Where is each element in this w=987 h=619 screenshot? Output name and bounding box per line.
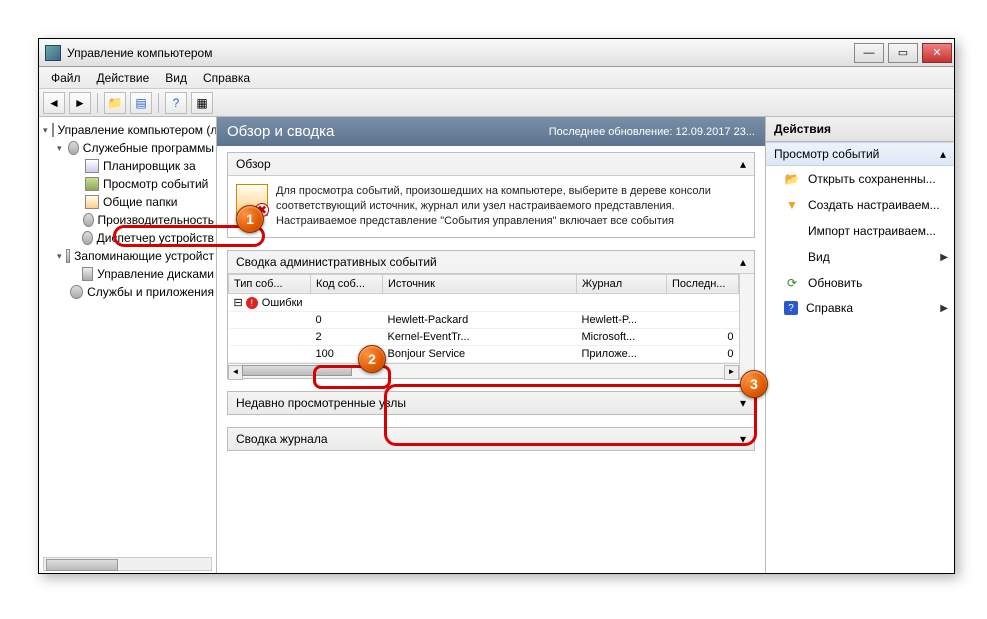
collapse-icon[interactable]: ▴ — [740, 157, 746, 171]
row-errors-group[interactable]: ⊟ !Ошибки — [229, 293, 739, 311]
error-icon: ! — [246, 297, 258, 309]
menubar: Файл Действие Вид Справка — [39, 67, 954, 89]
tree-disk-management[interactable]: Управление дисками — [71, 265, 214, 283]
chevron-right-icon: ▶ — [940, 252, 948, 263]
col-code[interactable]: Код соб... — [311, 274, 383, 293]
tree-root[interactable]: Управление компьютером (л — [43, 121, 214, 139]
marker-1: 1 — [236, 205, 264, 233]
events-table[interactable]: Тип соб... Код соб... Источник Журнал По… — [228, 274, 739, 363]
action-create-custom[interactable]: ▼Создать настраиваем... — [766, 192, 954, 218]
chevron-up-icon[interactable]: ▴ — [940, 147, 946, 161]
col-last[interactable]: Последн... — [667, 274, 739, 293]
import-icon — [784, 223, 800, 239]
collapse-icon[interactable]: ▴ — [740, 255, 746, 269]
app-icon — [45, 45, 61, 61]
section-overview-header[interactable]: Обзор ▴ — [228, 153, 754, 175]
tree-h-scrollbar[interactable] — [43, 557, 212, 571]
tree-event-viewer[interactable]: Просмотр событий — [71, 175, 214, 193]
actions-pane: Действия Просмотр событий ▴ 📂Открыть сох… — [766, 117, 954, 573]
back-icon[interactable]: ◄ — [43, 92, 65, 114]
center-pane: Обзор и сводка Последнее обновление: 12.… — [217, 117, 766, 573]
titlebar[interactable]: Управление компьютером — ▭ ✕ — [39, 39, 954, 67]
refresh-icon: ⟳ — [784, 275, 800, 291]
console-tree[interactable]: Управление компьютером (л Служебные прог… — [39, 117, 217, 573]
menu-file[interactable]: Файл — [43, 69, 89, 87]
tree-root-label: Управление компьютером (л — [58, 121, 217, 139]
col-type[interactable]: Тип соб... — [229, 274, 311, 293]
toolbar: ◄ ► 📁 ▤ ? ▦ — [39, 89, 954, 117]
action-import-custom[interactable]: Импорт настраиваем... — [766, 218, 954, 244]
callout-3 — [384, 384, 757, 446]
actions-header: Действия — [766, 117, 954, 142]
action-help[interactable]: ?Справка▶ — [766, 296, 954, 320]
menu-action[interactable]: Действие — [89, 69, 158, 87]
section-overview: Обзор ▴ Для просмотра событий, произошед… — [227, 152, 755, 238]
col-log[interactable]: Журнал — [577, 274, 667, 293]
tree-shared-folders[interactable]: Общие папки — [71, 193, 214, 211]
last-updated: Последнее обновление: 12.09.2017 23... — [549, 126, 755, 138]
maximize-button[interactable]: ▭ — [888, 43, 918, 63]
tree-system-tools[interactable]: Служебные программы — [57, 139, 214, 157]
action-refresh[interactable]: ⟳Обновить — [766, 270, 954, 296]
funnel-icon: ▼ — [784, 197, 800, 213]
actions-subheader[interactable]: Просмотр событий ▴ — [766, 142, 954, 166]
table-row[interactable]: 0Hewlett-PackardHewlett-P... — [229, 311, 739, 328]
menu-help[interactable]: Справка — [195, 69, 258, 87]
folder-icon: 📂 — [784, 171, 800, 187]
center-header: Обзор и сводка Последнее обновление: 12.… — [217, 117, 765, 146]
marker-3: 3 — [740, 370, 768, 398]
section-admin-summary-header[interactable]: Сводка административных событий ▴ — [228, 251, 754, 273]
minimize-button[interactable]: — — [854, 43, 884, 63]
table-row[interactable]: 100Bonjour ServiceПриложе...0 — [229, 345, 739, 362]
tree-storage[interactable]: Запоминающие устройст — [57, 247, 214, 265]
show-hide-tree-icon[interactable]: ▤ — [130, 92, 152, 114]
table-h-scrollbar[interactable] — [228, 363, 739, 378]
page-title: Обзор и сводка — [227, 123, 334, 140]
window-title: Управление компьютером — [67, 46, 852, 60]
chevron-right-icon: ▶ — [940, 303, 948, 314]
help-icon[interactable]: ? — [165, 92, 187, 114]
marker-2: 2 — [358, 345, 386, 373]
section-admin-summary: Сводка административных событий ▴ Тип со… — [227, 250, 755, 379]
table-v-scrollbar[interactable] — [739, 274, 754, 378]
forward-icon[interactable]: ► — [69, 92, 91, 114]
menu-view[interactable]: Вид — [157, 69, 195, 87]
tree-task-scheduler[interactable]: Планировщик за — [71, 157, 214, 175]
up-icon[interactable]: 📁 — [104, 92, 126, 114]
table-row[interactable]: 2Kernel-EventTr...Microsoft...0 — [229, 328, 739, 345]
help-icon: ? — [784, 301, 798, 315]
properties-icon[interactable]: ▦ — [191, 92, 213, 114]
close-button[interactable]: ✕ — [922, 43, 952, 63]
tree-services-apps[interactable]: Службы и приложения — [57, 283, 214, 301]
overview-text: Для просмотра событий, произошедших на к… — [276, 184, 746, 229]
action-open-saved[interactable]: 📂Открыть сохраненны... — [766, 166, 954, 192]
col-source[interactable]: Источник — [383, 274, 577, 293]
action-view[interactable]: Вид▶ — [766, 244, 954, 270]
